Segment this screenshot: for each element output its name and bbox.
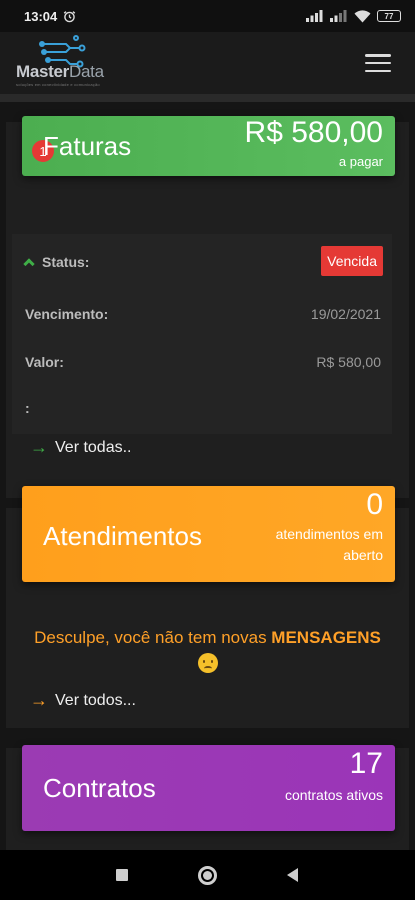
status-label: Status:	[42, 254, 90, 270]
amount-row: Valor: R$ 580,00	[25, 354, 381, 370]
status-badge: Vencida	[321, 246, 383, 276]
logo-tagline: soluções em conectividade e comunicação	[16, 82, 100, 87]
atendimentos-card[interactable]: Atendimentos 0 atendimentos em aberto	[22, 486, 395, 582]
due-date-row: Vencimento: 19/02/2021	[25, 306, 381, 322]
due-date-label: Vencimento:	[25, 306, 109, 322]
faturas-card[interactable]: 1 Faturas R$ 580,00 a pagar	[22, 116, 395, 176]
extra-row: :	[25, 400, 381, 416]
no-messages-text: Desculpe, você não tem novas MENSAGENS	[6, 626, 409, 677]
wifi-icon	[354, 9, 371, 22]
app-bar: MasterData soluções em conectividade e c…	[0, 32, 415, 94]
arrow-right-icon: →	[30, 690, 48, 710]
status-bar: 13:04 77	[0, 0, 415, 32]
nav-recent-icon[interactable]	[116, 869, 128, 881]
battery-icon: 77	[377, 10, 401, 22]
view-all-invoices-link[interactable]: → Ver todas..	[30, 437, 132, 458]
chevron-up-icon	[23, 258, 35, 270]
system-nav-bar	[0, 850, 415, 900]
view-all-tickets-label: Ver todos...	[55, 691, 136, 709]
atendimentos-count: 0	[366, 488, 383, 521]
contratos-card[interactable]: Contratos 17 contratos ativos	[22, 745, 395, 831]
invoice-details: Status: Vencida Vencimento: 19/02/2021 V…	[12, 234, 392, 434]
sad-face-icon	[197, 653, 218, 673]
view-all-invoices-label: Ver todas..	[55, 438, 132, 456]
faturas-title: Faturas	[43, 131, 132, 161]
nav-back-icon[interactable]	[287, 868, 298, 882]
view-all-tickets-link[interactable]: → Ver todos...	[30, 690, 136, 711]
signal-icon	[330, 10, 347, 22]
faturas-section: Status: Vencida Vencimento: 19/02/2021 V…	[6, 122, 409, 498]
amount-value: R$ 580,00	[316, 354, 381, 370]
signal-icon	[306, 10, 323, 22]
status-time: 13:04	[24, 8, 58, 24]
atendimentos-caption: atendimentos em aberto	[275, 526, 383, 563]
menu-icon[interactable]	[365, 54, 391, 72]
divider	[0, 94, 415, 102]
contratos-caption: contratos ativos	[284, 787, 383, 803]
amount-label: Valor:	[25, 354, 64, 370]
dashboard-content: Status: Vencida Vencimento: 19/02/2021 V…	[0, 94, 415, 850]
faturas-amount-caption: a pagar	[338, 154, 383, 169]
faturas-amount: R$ 580,00	[244, 116, 383, 149]
contratos-title: Contratos	[43, 773, 156, 803]
logo-text: MasterData	[16, 62, 104, 81]
contratos-count: 17	[349, 747, 383, 780]
alarm-icon	[63, 10, 76, 22]
extra-label: :	[25, 400, 30, 416]
due-date-value: 19/02/2021	[310, 306, 381, 322]
arrow-right-icon: →	[30, 437, 48, 457]
atendimentos-title: Atendimentos	[43, 521, 202, 551]
nav-home-icon[interactable]	[198, 866, 217, 885]
status-row[interactable]: Status: Vencida	[23, 246, 383, 276]
